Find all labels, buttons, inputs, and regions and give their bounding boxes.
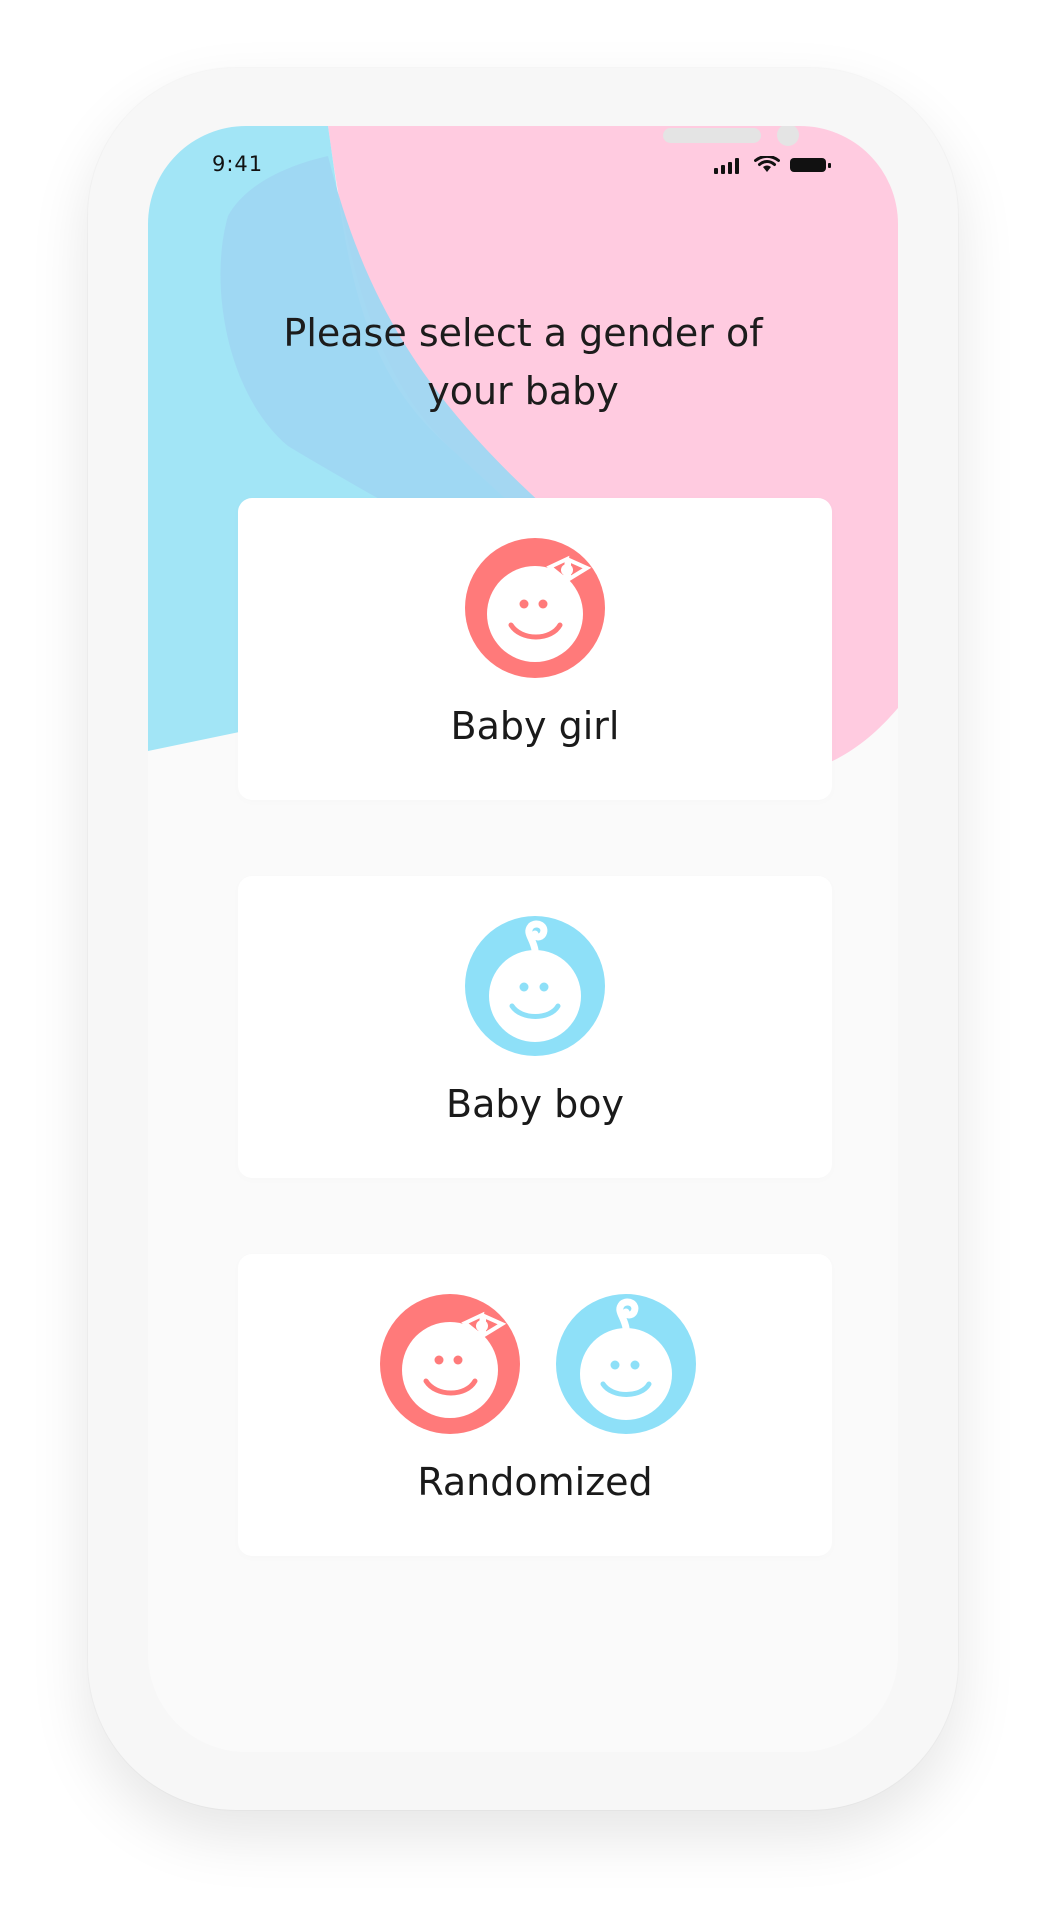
- option-randomized[interactable]: Randomized: [238, 1254, 832, 1556]
- option-baby-boy[interactable]: Baby boy: [238, 876, 832, 1178]
- page-title: Please select a gender of your baby: [283, 311, 763, 413]
- status-icons: [714, 156, 832, 174]
- option-label: Baby girl: [450, 704, 620, 748]
- baby-girl-face-icon: [380, 1294, 520, 1434]
- option-label: Randomized: [417, 1460, 653, 1504]
- status-time: 9:41: [212, 152, 264, 176]
- baby-girl-and-boy-faces-icon: [238, 1254, 832, 1556]
- app-screen: 9:41 Please select a gender of your baby: [148, 126, 898, 1752]
- option-baby-girl[interactable]: Baby girl: [238, 498, 832, 800]
- baby-boy-face-icon: [556, 1294, 696, 1434]
- battery-icon: [790, 158, 831, 172]
- speaker-grill: [663, 128, 761, 143]
- wifi-icon: [754, 156, 780, 172]
- option-label: Baby boy: [446, 1082, 624, 1126]
- baby-boy-face-icon: [465, 916, 605, 1056]
- notch: [353, 126, 799, 176]
- signal-icon: [714, 158, 739, 174]
- baby-girl-face-icon: [465, 538, 605, 678]
